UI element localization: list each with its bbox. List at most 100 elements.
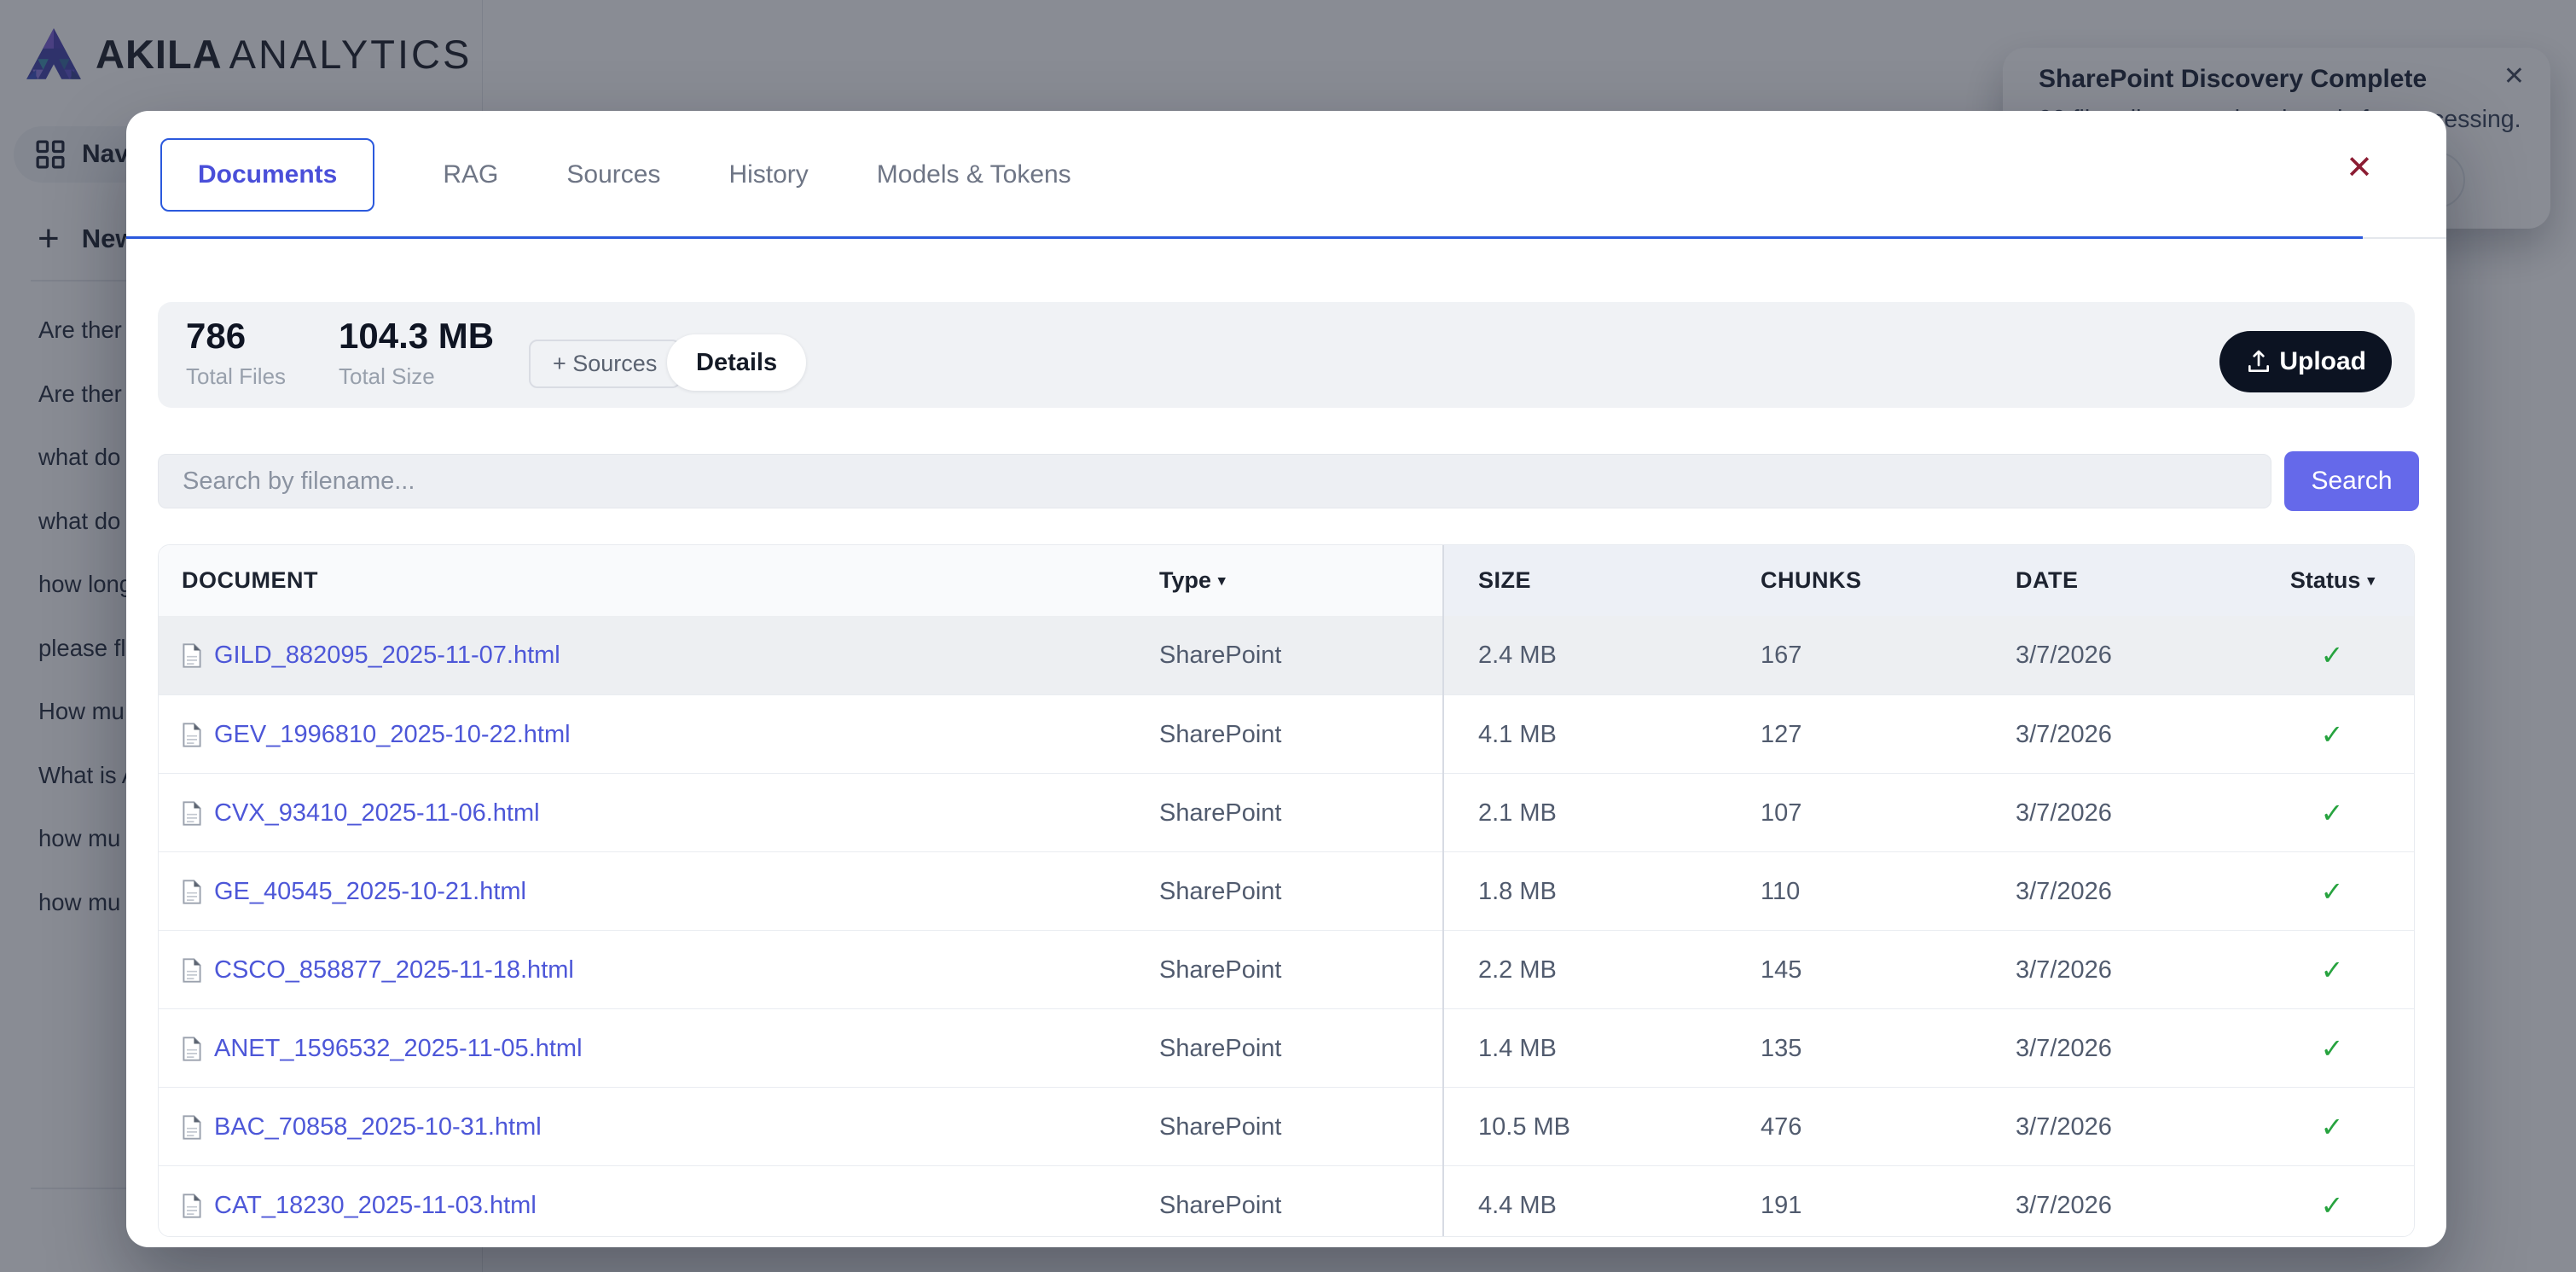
document-link[interactable]: GILD_882095_2025-11-07.html (214, 642, 560, 670)
table-row[interactable]: ANET_1596532_2025-11-05.html SharePoint … (159, 1008, 2414, 1087)
document-link[interactable]: CAT_18230_2025-11-03.html (214, 1192, 537, 1220)
document-date: 3/7/2026 (2016, 1166, 2112, 1237)
document-date: 3/7/2026 (2016, 774, 2112, 852)
document-date: 3/7/2026 (2016, 852, 2112, 931)
table-header: DOCUMENT Type ▾ SIZE CHUNKS DATE Status … (159, 545, 2414, 616)
status-check-icon: ✓ (2285, 695, 2379, 774)
document-chunks: 167 (1761, 616, 1801, 694)
column-header-date[interactable]: DATE (2016, 545, 2079, 616)
document-size: 1.4 MB (1478, 1009, 1557, 1088)
file-icon (182, 723, 202, 747)
document-chunks: 476 (1761, 1088, 1801, 1166)
tab-rag[interactable]: RAG (443, 160, 498, 189)
file-icon (182, 1194, 202, 1218)
screen: AKILAANALYTICS Nav + New Are therAre the… (0, 0, 2576, 1272)
status-check-icon: ✓ (2285, 852, 2379, 931)
status-check-icon: ✓ (2285, 616, 2379, 694)
search-input[interactable] (158, 454, 2271, 508)
document-type: SharePoint (1159, 774, 1282, 852)
tab-sources[interactable]: Sources (566, 160, 660, 189)
upload-button[interactable]: Upload (2219, 331, 2392, 392)
file-icon (182, 958, 202, 983)
stats-bar: 786 Total Files 104.3 MB Total Size + So… (158, 302, 2415, 408)
table-body: GILD_882095_2025-11-07.html SharePoint 2… (159, 616, 2414, 1237)
document-type: SharePoint (1159, 616, 1282, 694)
document-date: 3/7/2026 (2016, 1088, 2112, 1166)
document-size: 1.8 MB (1478, 852, 1557, 931)
tab-history[interactable]: History (728, 160, 808, 189)
table-row[interactable]: GE_40545_2025-10-21.html SharePoint 1.8 … (159, 851, 2414, 930)
table-row[interactable]: BAC_70858_2025-10-31.html SharePoint 10.… (159, 1087, 2414, 1165)
column-header-status-label: Status (2290, 567, 2361, 594)
document-size: 10.5 MB (1478, 1088, 1570, 1166)
document-size: 2.4 MB (1478, 616, 1557, 694)
table-row[interactable]: CVX_93410_2025-11-06.html SharePoint 2.1… (159, 773, 2414, 851)
file-icon (182, 1115, 202, 1140)
upload-icon (2245, 348, 2272, 375)
document-type: SharePoint (1159, 1009, 1282, 1088)
column-header-status[interactable]: Status ▾ (2290, 545, 2375, 616)
status-check-icon: ✓ (2285, 1088, 2379, 1166)
details-button[interactable]: Details (667, 334, 806, 391)
sort-arrow-icon: ▾ (1218, 572, 1226, 590)
document-type: SharePoint (1159, 1088, 1282, 1166)
table-row[interactable]: GILD_882095_2025-11-07.html SharePoint 2… (159, 616, 2414, 694)
column-header-type[interactable]: Type ▾ (1159, 545, 1226, 616)
search-button[interactable]: Search (2284, 451, 2419, 511)
document-link[interactable]: CSCO_858877_2025-11-18.html (214, 956, 574, 984)
column-divider (1442, 545, 1444, 1237)
total-files-label: Total Files (186, 363, 286, 390)
document-size: 2.1 MB (1478, 774, 1557, 852)
status-check-icon: ✓ (2285, 1009, 2379, 1088)
document-chunks: 110 (1761, 852, 1800, 931)
document-size: 4.1 MB (1478, 695, 1557, 774)
tabs-active-underline (126, 236, 2363, 239)
add-sources-button[interactable]: + Sources (529, 340, 681, 388)
document-date: 3/7/2026 (2016, 931, 2112, 1009)
document-link[interactable]: ANET_1596532_2025-11-05.html (214, 1035, 583, 1063)
documents-modal: Documents RAG Sources History Models & Token… (126, 111, 2446, 1247)
total-files-stat: 786 Total Files (186, 316, 286, 390)
total-files-value: 786 (186, 316, 286, 357)
document-link[interactable]: GEV_1996810_2025-10-22.html (214, 721, 571, 749)
document-chunks: 191 (1761, 1166, 1801, 1237)
tab-documents[interactable]: Documents (160, 138, 374, 212)
upload-button-label: Upload (2279, 347, 2366, 376)
document-link[interactable]: CVX_93410_2025-11-06.html (214, 799, 540, 828)
document-chunks: 135 (1761, 1009, 1801, 1088)
total-size-label: Total Size (339, 363, 494, 390)
column-header-type-label: Type (1159, 567, 1211, 594)
status-check-icon: ✓ (2285, 931, 2379, 1009)
modal-tabs: Documents RAG Sources History Models & Token… (160, 138, 1071, 212)
document-size: 2.2 MB (1478, 931, 1557, 1009)
total-size-value: 104.3 MB (339, 316, 494, 357)
document-chunks: 127 (1761, 695, 1801, 774)
modal-close-icon[interactable]: ✕ (2346, 148, 2373, 187)
total-size-stat: 104.3 MB Total Size (339, 316, 494, 390)
table-row[interactable]: GEV_1996810_2025-10-22.html SharePoint 4… (159, 694, 2414, 773)
status-check-icon: ✓ (2285, 1166, 2379, 1237)
document-link[interactable]: BAC_70858_2025-10-31.html (214, 1113, 542, 1141)
document-link[interactable]: GE_40545_2025-10-21.html (214, 878, 526, 906)
table-row[interactable]: CAT_18230_2025-11-03.html SharePoint 4.4… (159, 1165, 2414, 1237)
column-header-chunks[interactable]: CHUNKS (1761, 545, 1862, 616)
status-check-icon: ✓ (2285, 774, 2379, 852)
document-date: 3/7/2026 (2016, 616, 2112, 694)
column-header-size[interactable]: SIZE (1478, 545, 1531, 616)
documents-table: DOCUMENT Type ▾ SIZE CHUNKS DATE Status … (158, 544, 2415, 1237)
sort-arrow-icon: ▾ (2367, 572, 2375, 590)
document-size: 4.4 MB (1478, 1166, 1557, 1237)
tab-models-tokens[interactable]: Models & Tokens (877, 160, 1071, 189)
file-icon (182, 643, 202, 668)
file-icon (182, 801, 202, 826)
table-header-shade (1442, 545, 2414, 616)
table-row[interactable]: CSCO_858877_2025-11-18.html SharePoint 2… (159, 930, 2414, 1008)
modal-header: Documents RAG Sources History Models & Token… (126, 111, 2446, 239)
document-chunks: 107 (1761, 774, 1801, 852)
document-type: SharePoint (1159, 1166, 1282, 1237)
file-icon (182, 880, 202, 904)
document-date: 3/7/2026 (2016, 695, 2112, 774)
file-icon (182, 1037, 202, 1061)
column-header-document[interactable]: DOCUMENT (182, 545, 318, 616)
document-date: 3/7/2026 (2016, 1009, 2112, 1088)
